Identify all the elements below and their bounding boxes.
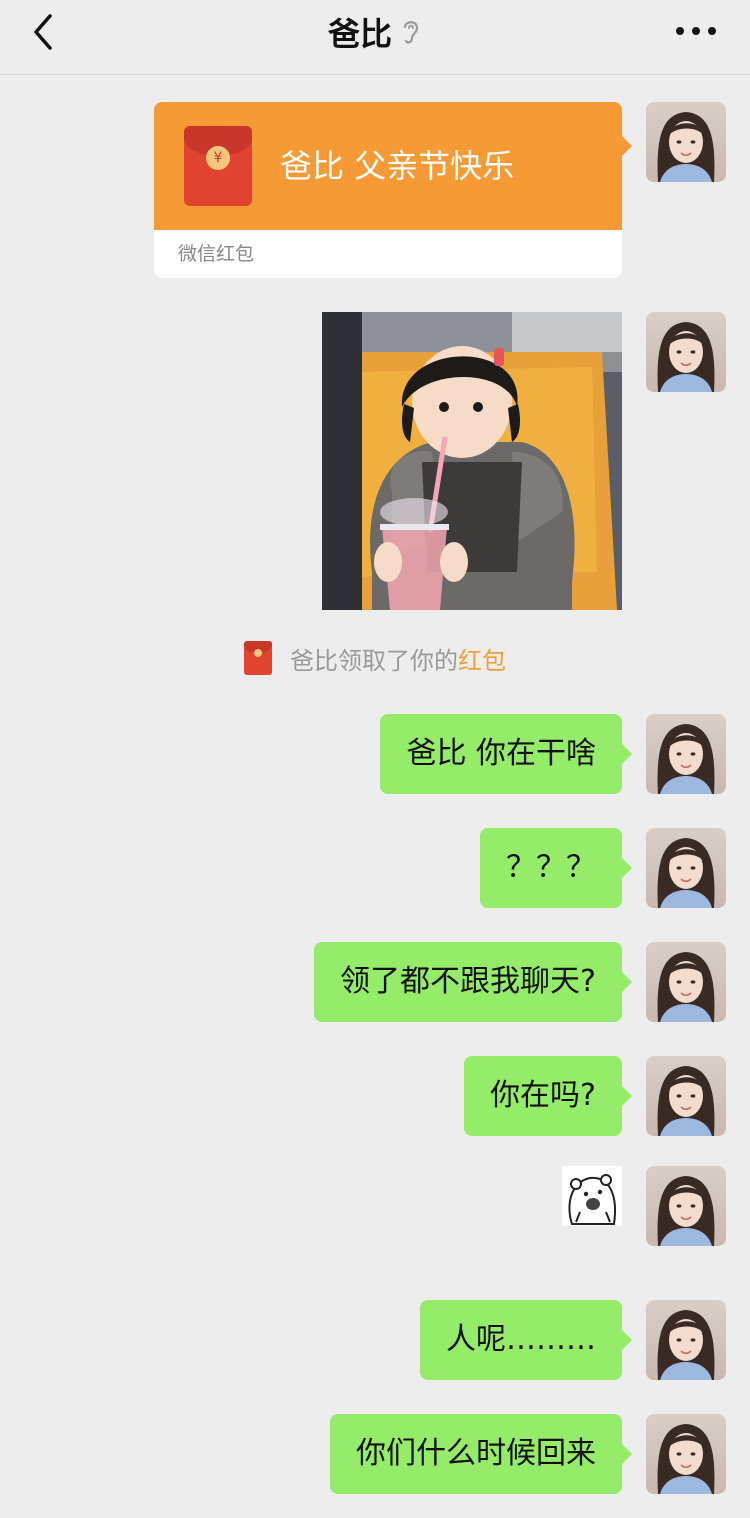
red-packet-link[interactable]: 红包 [458, 641, 506, 676]
ellipsis-icon [692, 27, 700, 35]
red-packet-message[interactable]: ¥ 爸比 父亲节快乐 微信红包 [154, 102, 632, 278]
system-notice: 爸比领取了你的 红包 [0, 636, 750, 680]
chat-header: 爸比 [0, 0, 750, 75]
red-packet-greeting: 爸比 父亲节快乐 [280, 147, 515, 185]
avatar[interactable] [646, 312, 726, 392]
message-bubble[interactable]: 人呢……… [420, 1300, 632, 1380]
avatar[interactable] [646, 1300, 726, 1380]
message-bubble[interactable]: 爸比 你在干啥 [380, 714, 632, 794]
avatar[interactable] [646, 942, 726, 1022]
red-packet-footer: 微信红包 [154, 230, 622, 278]
avatar[interactable] [646, 102, 726, 182]
ellipsis-icon [676, 27, 684, 35]
avatar[interactable] [646, 714, 726, 794]
avatar[interactable] [646, 1056, 726, 1136]
bubble-tail [622, 136, 632, 156]
avatar[interactable] [646, 1166, 726, 1246]
message-bubble[interactable]: 你们什么时候回来 [330, 1414, 632, 1494]
title-area: 爸比 [0, 0, 750, 64]
message-bubble[interactable]: 领了都不跟我聊天? [314, 942, 632, 1022]
red-envelope-icon: ¥ [184, 126, 252, 206]
message-bubble[interactable]: 你在吗? [464, 1056, 632, 1136]
avatar[interactable] [646, 828, 726, 908]
red-packet-icon [244, 641, 272, 675]
red-packet-body: ¥ 爸比 父亲节快乐 [154, 102, 622, 230]
more-button[interactable] [676, 26, 716, 36]
notice-text: 爸比领取了你的 [290, 646, 458, 675]
bear-sticker[interactable] [562, 1166, 622, 1226]
avatar[interactable] [646, 1414, 726, 1494]
photo-message[interactable] [322, 312, 622, 610]
chat-title: 爸比 [327, 15, 392, 53]
message-bubble[interactable]: ？？？ [480, 828, 632, 908]
ellipsis-icon [708, 27, 716, 35]
ear-icon [403, 21, 419, 44]
red-packet-label: 微信红包 [178, 243, 255, 265]
